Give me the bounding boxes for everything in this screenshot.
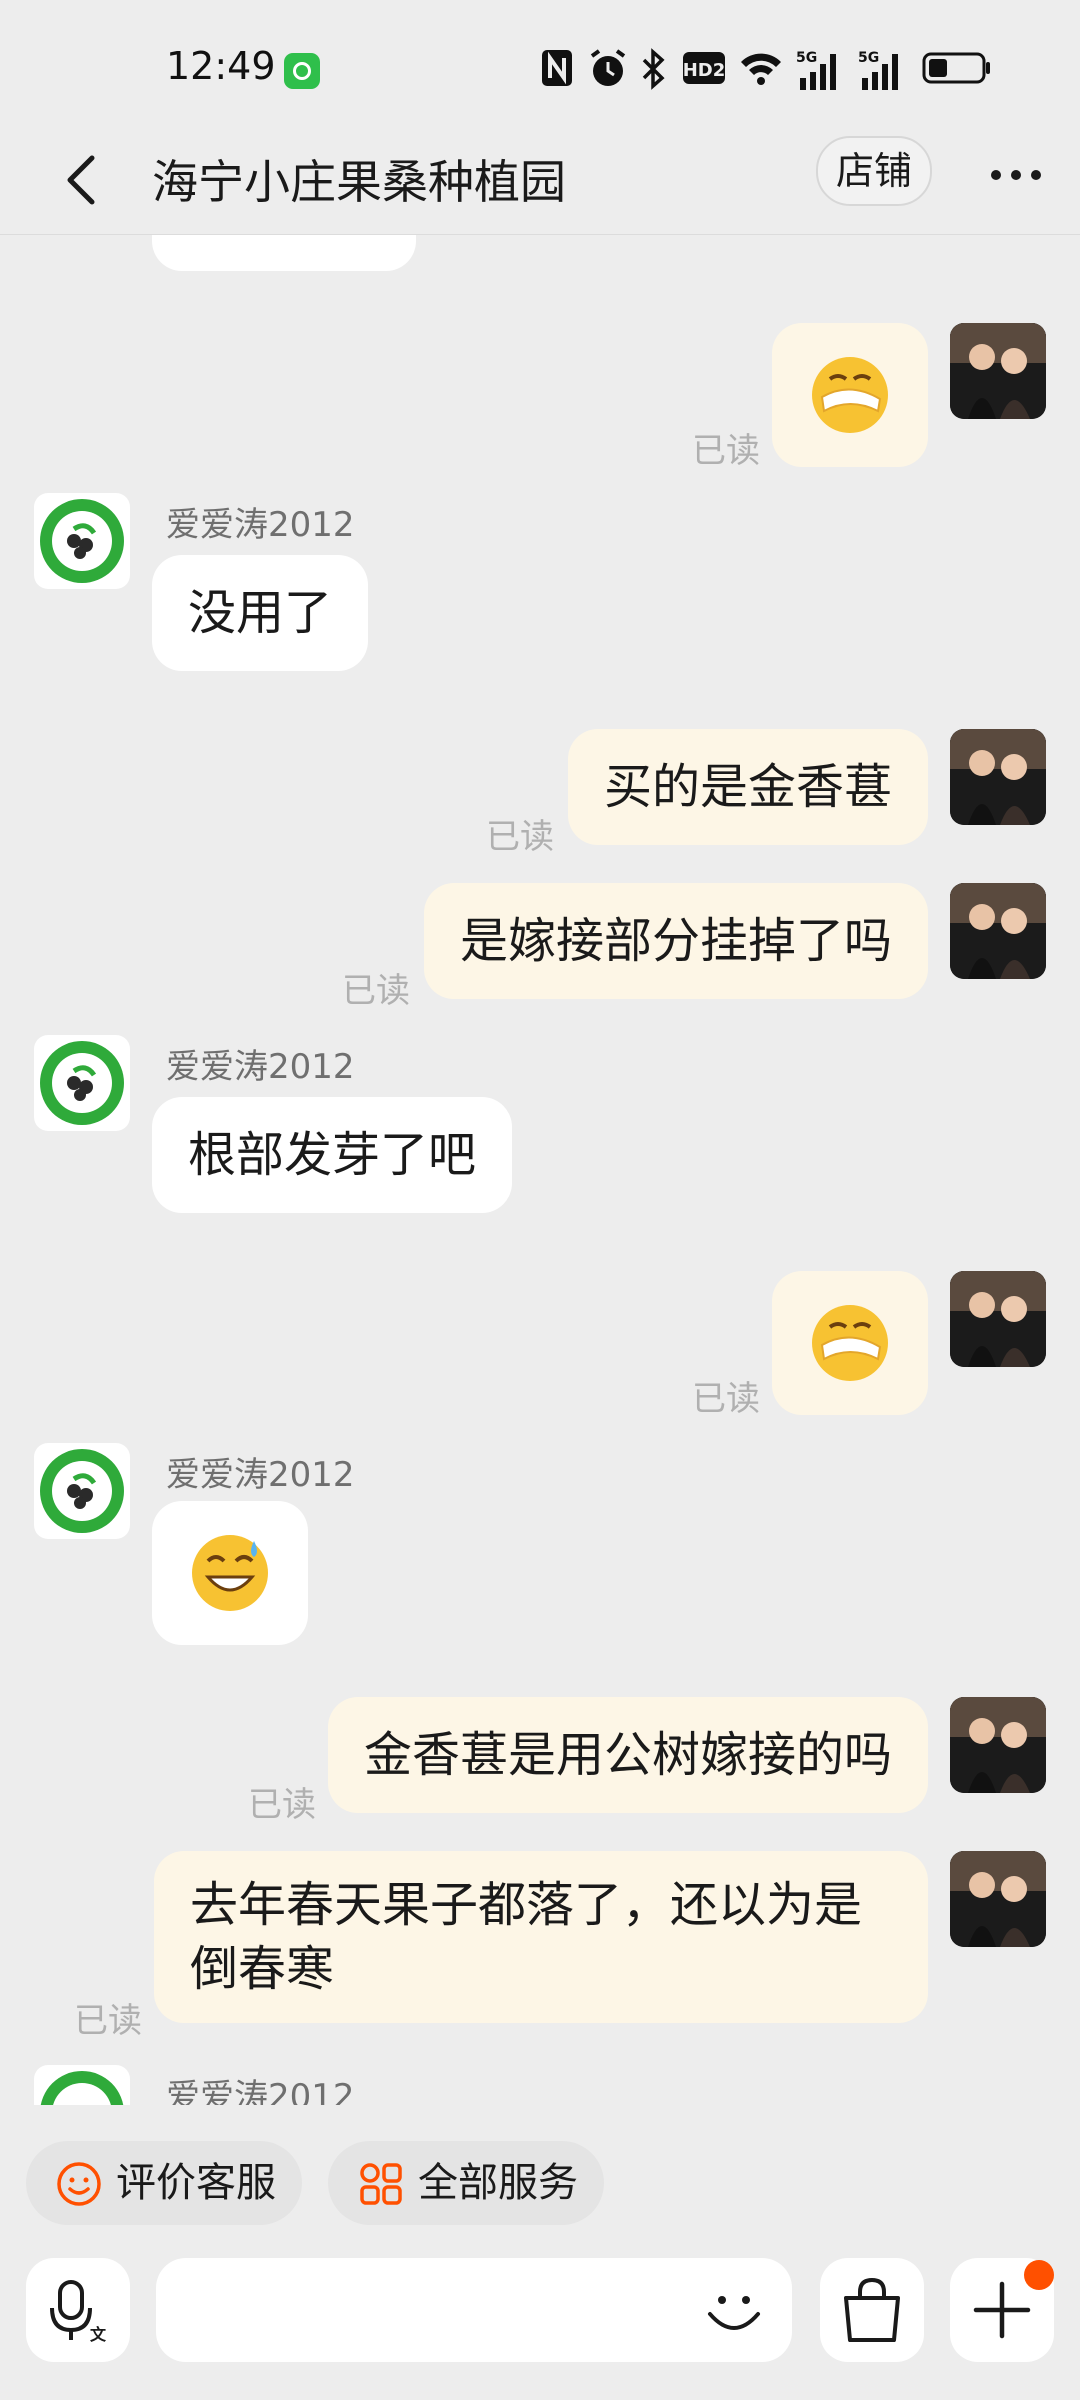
- signal-icon: 5G: [796, 50, 836, 90]
- avatar-photo-icon: [950, 883, 1046, 979]
- input-bar: 文: [0, 2240, 1080, 2400]
- page-title: 海宁小庄果桑种植园: [152, 155, 566, 209]
- nav-bar: 海宁小庄果桑种植园 店铺: [0, 130, 1080, 235]
- hand-over-face-emoji: [812, 1305, 888, 1381]
- message-bubble[interactable]: [772, 1271, 928, 1415]
- shop-avatar[interactable]: [34, 1035, 130, 1131]
- read-label: 已读: [248, 1785, 316, 1825]
- grinning-sweat-emoji: [192, 1535, 268, 1611]
- my-avatar[interactable]: [950, 323, 1046, 419]
- voice-input-button[interactable]: 文: [26, 2258, 130, 2362]
- avatar-photo-icon: [950, 1271, 1046, 1367]
- all-services-label: 全部服务: [418, 2160, 578, 2206]
- svg-text:5G: 5G: [796, 50, 817, 66]
- shop-avatar[interactable]: [34, 1443, 130, 1539]
- notification-dot: [1024, 2260, 1054, 2290]
- message-input[interactable]: [156, 2258, 792, 2362]
- avatar-photo-icon: [950, 1851, 1046, 1947]
- shopping-bag-icon: [844, 2277, 900, 2342]
- message-bubble[interactable]: 去年春天果子都落了，还以为是倒春寒: [154, 1851, 928, 2023]
- sender-name: 爱爱涛2012: [166, 1047, 355, 1087]
- sender-name: 爱爱涛2012: [166, 2077, 355, 2105]
- my-avatar[interactable]: [950, 883, 1046, 979]
- shop-avatar[interactable]: [34, 2065, 130, 2105]
- back-arrow-icon[interactable]: [58, 150, 106, 210]
- shop-logo-icon: [40, 1041, 124, 1125]
- grid-services-icon: [360, 2163, 402, 2205]
- my-avatar[interactable]: [950, 1697, 1046, 1793]
- read-label: 已读: [486, 817, 554, 857]
- svg-text:HD2: HD2: [683, 60, 726, 81]
- read-label: 已读: [692, 1379, 760, 1419]
- emoji-picker-icon[interactable]: [700, 2276, 768, 2344]
- smile-face-icon: [57, 2162, 101, 2206]
- quick-actions-bar: 评价客服 全部服务: [0, 2105, 1080, 2225]
- wifi-icon: [741, 53, 781, 85]
- app-notification-icon: [284, 53, 320, 89]
- hand-over-face-emoji: [812, 357, 888, 433]
- message-bubble[interactable]: 根部发芽了吧: [152, 1097, 513, 1213]
- battery-icon: [922, 52, 990, 84]
- message-bubble[interactable]: 金香葚是用公树嫁接的吗: [327, 1697, 928, 1813]
- alarm-icon: [590, 49, 626, 86]
- status-time: 12:49: [166, 44, 276, 88]
- message-bubble[interactable]: 买的是金香葚: [567, 729, 928, 845]
- sender-name: 爱爱涛2012: [166, 1455, 355, 1495]
- read-label: 已读: [74, 2001, 142, 2041]
- message-bubble-partial[interactable]: [152, 235, 416, 271]
- chat-area[interactable]: 已读 爱爱涛2012 没用了 买的是金香葚 已读 是嫁接部分挂掉了吗 已读 爱爱…: [0, 235, 1080, 2105]
- svg-text:文: 文: [90, 2325, 107, 2344]
- my-avatar[interactable]: [950, 1851, 1046, 1947]
- read-label: 已读: [342, 971, 410, 1011]
- shop-avatar[interactable]: [34, 493, 130, 589]
- my-avatar[interactable]: [950, 729, 1046, 825]
- shop-logo-icon: [40, 499, 124, 583]
- message-bubble[interactable]: [152, 1501, 308, 1645]
- shop-button[interactable]: 店铺: [816, 136, 932, 206]
- rate-service-label: 评价客服: [116, 2160, 276, 2206]
- message-bubble[interactable]: 没用了: [152, 555, 369, 671]
- nfc-icon: [542, 50, 572, 86]
- svg-text:5G: 5G: [858, 50, 879, 66]
- signal-icon: 5G: [858, 50, 898, 90]
- status-icons: HD2 5G 5G: [540, 48, 1000, 94]
- microphone-icon: 文: [50, 2280, 107, 2344]
- shop-logo-icon: [40, 2071, 124, 2105]
- all-services-button[interactable]: 全部服务: [328, 2141, 604, 2225]
- message-bubble[interactable]: 是嫁接部分挂掉了吗: [423, 883, 928, 999]
- bluetooth-icon: [642, 48, 665, 90]
- avatar-photo-icon: [950, 729, 1046, 825]
- more-options-icon[interactable]: [988, 150, 1044, 200]
- read-label: 已读: [692, 431, 760, 471]
- my-avatar[interactable]: [950, 1271, 1046, 1367]
- rate-service-button[interactable]: 评价客服: [26, 2141, 302, 2225]
- shopping-bag-button[interactable]: [820, 2258, 924, 2362]
- status-bar: 12:49 HD2 5G 5G: [0, 0, 1080, 130]
- avatar-photo-icon: [950, 1697, 1046, 1793]
- hd-icon: HD2: [683, 52, 726, 84]
- sender-name: 爱爱涛2012: [166, 505, 355, 545]
- shop-logo-icon: [40, 1449, 124, 1533]
- avatar-photo-icon: [950, 323, 1046, 419]
- message-bubble[interactable]: [772, 323, 928, 467]
